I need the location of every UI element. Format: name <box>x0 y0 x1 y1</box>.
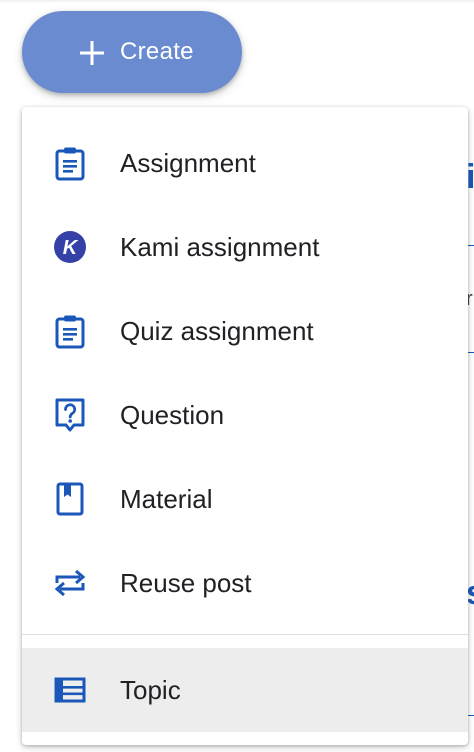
menu-item-label: Reuse post <box>120 568 252 598</box>
assignment-icon <box>50 145 90 181</box>
menu-item-label: Topic <box>120 675 181 705</box>
menu-item-question[interactable]: Question <box>22 373 468 457</box>
create-button-label: Create <box>120 38 194 65</box>
menu-item-label: Assignment <box>120 148 256 178</box>
top-bar-edge <box>0 0 474 2</box>
reuse-post-icon <box>50 565 90 601</box>
menu-item-label: Kami assignment <box>120 232 320 262</box>
material-icon <box>50 481 90 517</box>
quiz-assignment-icon <box>50 313 90 349</box>
menu-item-kami-assignment[interactable]: K Kami assignment <box>22 205 468 289</box>
menu-item-topic[interactable]: Topic <box>22 648 468 732</box>
menu-item-label: Quiz assignment <box>120 316 314 346</box>
menu-divider <box>22 634 468 635</box>
kami-icon: K <box>50 229 90 265</box>
menu-item-label: Question <box>120 400 225 430</box>
menu-item-quiz-assignment[interactable]: Quiz assignment <box>22 289 468 373</box>
create-button[interactable]: Create <box>22 11 242 93</box>
menu-item-material[interactable]: Material <box>22 457 468 541</box>
svg-text:K: K <box>63 237 79 259</box>
menu-item-reuse-post[interactable]: Reuse post <box>22 541 468 625</box>
create-menu: Assignment K Kami assignment Quiz assign… <box>22 107 468 745</box>
menu-item-label: Material <box>120 484 213 514</box>
topic-icon <box>50 672 90 708</box>
menu-item-assignment[interactable]: Assignment <box>22 121 468 205</box>
question-icon <box>50 397 90 433</box>
plus-icon <box>80 41 104 65</box>
